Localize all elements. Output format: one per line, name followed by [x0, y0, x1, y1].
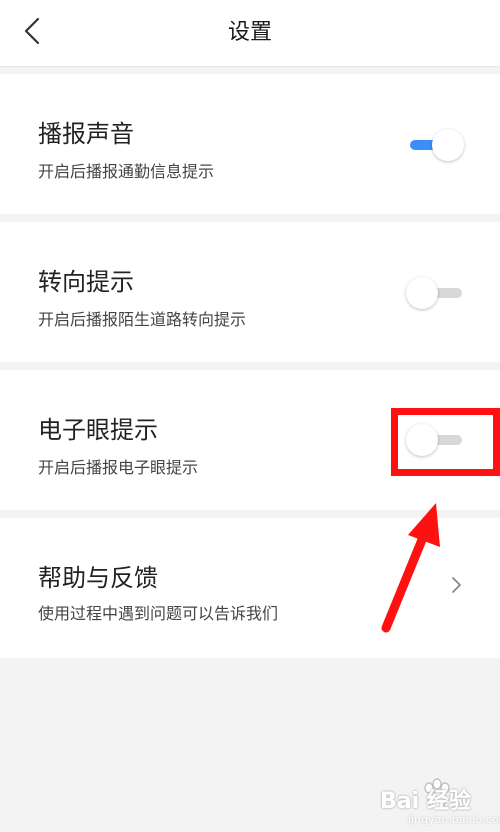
toggle-knob — [406, 277, 438, 309]
turn-prompt-toggle[interactable] — [406, 276, 464, 310]
baidu-jingyan-watermark: Bai 经验 jingyan.baidu.com — [360, 775, 500, 829]
page-title: 设置 — [227, 20, 272, 45]
setting-description: 开启后播报电子眼提示 — [38, 458, 199, 477]
setting-title: 转向提示 — [38, 268, 134, 296]
setting-title: 电子眼提示 — [38, 416, 158, 444]
toggle-knob — [432, 129, 464, 161]
setting-item-turn-prompt: 转向提示 开启后播报陌生道路转向提示 — [0, 222, 500, 362]
speed-camera-toggle[interactable] — [406, 423, 464, 457]
watermark-url: jingyan.baidu.com — [408, 813, 500, 826]
setting-item-broadcast-sound: 播报声音 开启后播报通勤信息提示 — [0, 74, 500, 214]
chevron-right-icon — [450, 573, 464, 597]
help-feedback-item[interactable]: 帮助与反馈 使用过程中遇到问题可以告诉我们 — [0, 518, 500, 658]
header-bar: 设置 — [0, 0, 500, 67]
help-description: 使用过程中遇到问题可以告诉我们 — [38, 604, 279, 623]
setting-description: 开启后播报陌生道路转向提示 — [38, 310, 247, 329]
setting-description: 开启后播报通勤信息提示 — [38, 162, 215, 181]
watermark-brand: Bai 经验 — [380, 789, 471, 814]
help-title: 帮助与反馈 — [38, 564, 158, 592]
setting-title: 播报声音 — [38, 120, 134, 148]
setting-item-speed-camera-prompt: 电子眼提示 开启后播报电子眼提示 — [0, 370, 500, 510]
toggle-knob — [406, 424, 438, 456]
broadcast-sound-toggle[interactable] — [406, 128, 464, 162]
